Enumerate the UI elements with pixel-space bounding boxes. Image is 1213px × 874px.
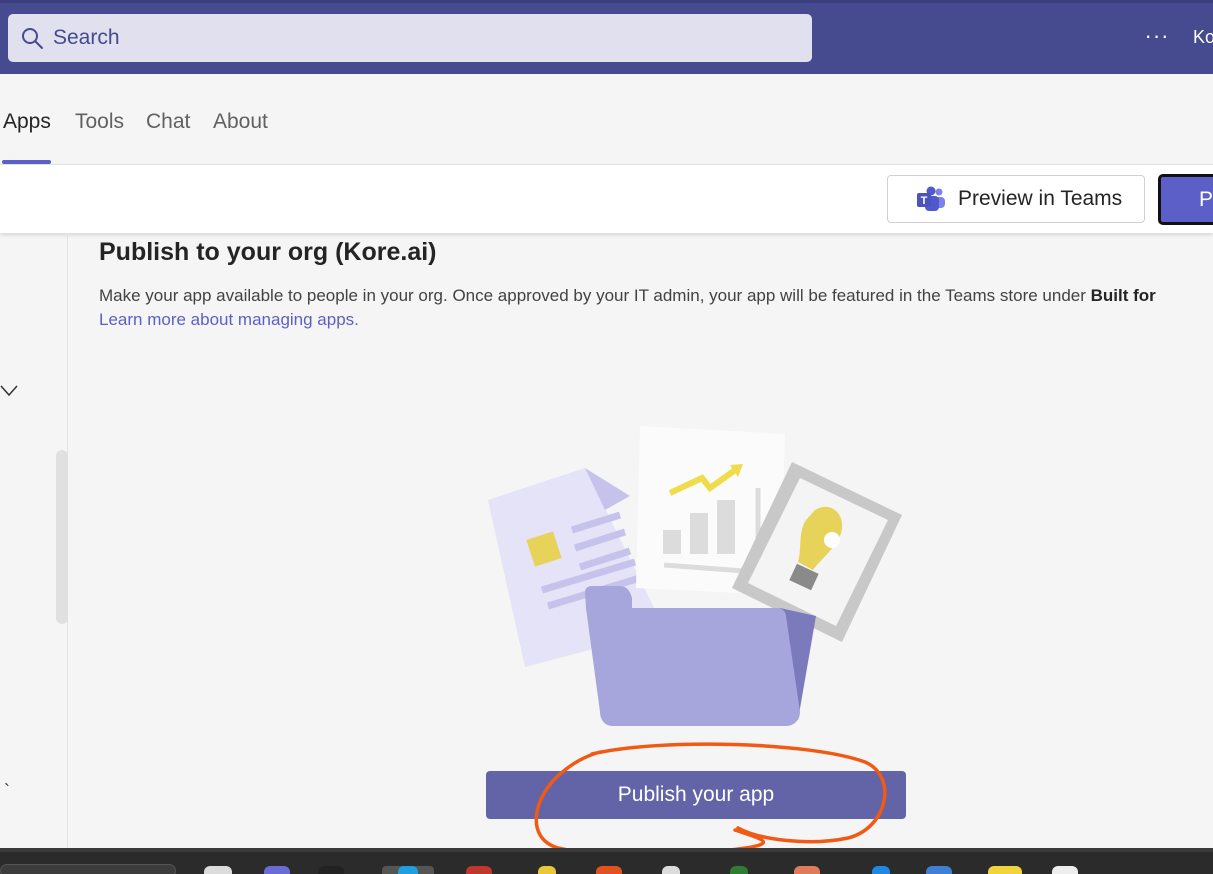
taskbar-app-icon[interactable]: [596, 866, 622, 874]
description-text: Make your app available to people in you…: [99, 286, 1091, 305]
left-rail: `: [0, 233, 68, 848]
taskbar-app-icon[interactable]: [264, 866, 290, 874]
taskbar-edge: [0, 848, 1213, 852]
tab-tools[interactable]: Tools: [75, 110, 124, 134]
title-bar-edge: [0, 0, 1213, 3]
taskbar-app-icon[interactable]: [794, 866, 820, 874]
tab-about[interactable]: About: [213, 110, 268, 134]
taskbar: [0, 848, 1213, 874]
chevron-down-icon[interactable]: [0, 383, 20, 399]
tab-chat[interactable]: Chat: [146, 110, 190, 134]
taskbar-app-icon[interactable]: [398, 866, 418, 874]
description-bold: Built for: [1090, 286, 1156, 305]
taskbar-app-icon[interactable]: [538, 866, 556, 874]
taskbar-app-icon[interactable]: [926, 866, 952, 874]
taskbar-app-icon[interactable]: [466, 866, 492, 874]
search-icon: [22, 28, 43, 49]
taskbar-search[interactable]: [0, 864, 176, 874]
taskbar-app-icon[interactable]: [662, 866, 680, 874]
taskbar-app-icon[interactable]: [318, 866, 344, 874]
learn-more-link[interactable]: Learn more about managing apps.: [99, 310, 359, 330]
toolbar: T Preview in Teams Pu: [0, 165, 1213, 233]
rail-mark: `: [4, 781, 10, 801]
primary-action-button[interactable]: Pu: [1158, 174, 1213, 225]
scrollbar-thumb[interactable]: [56, 450, 68, 624]
user-name[interactable]: Ko: [1193, 27, 1213, 48]
publish-illustration: [488, 426, 902, 726]
preview-in-teams-label[interactable]: Preview in Teams: [958, 187, 1122, 211]
taskbar-app-icon[interactable]: [730, 866, 748, 874]
active-tab-indicator: [2, 160, 51, 164]
svg-text:T: T: [921, 195, 928, 207]
tab-apps[interactable]: Apps: [3, 110, 51, 134]
taskbar-app-icon[interactable]: [988, 866, 1022, 874]
teams-icon: T: [917, 186, 945, 211]
description: Make your app available to people in you…: [99, 286, 1156, 306]
search-box[interactable]: Search: [8, 14, 812, 62]
taskbar-app-icon[interactable]: [204, 866, 232, 874]
more-icon[interactable]: ···: [1143, 24, 1171, 52]
taskbar-app-icon[interactable]: [1052, 866, 1078, 874]
taskbar-app-icon[interactable]: [872, 866, 890, 874]
search-placeholder[interactable]: Search: [53, 26, 120, 50]
tab-bar: Apps Tools Chat About: [0, 74, 1213, 165]
preview-in-teams-button[interactable]: T Preview in Teams: [887, 175, 1145, 223]
page-title: Publish to your org (Kore.ai): [99, 238, 437, 266]
title-bar: Search ··· Ko: [0, 0, 1213, 74]
